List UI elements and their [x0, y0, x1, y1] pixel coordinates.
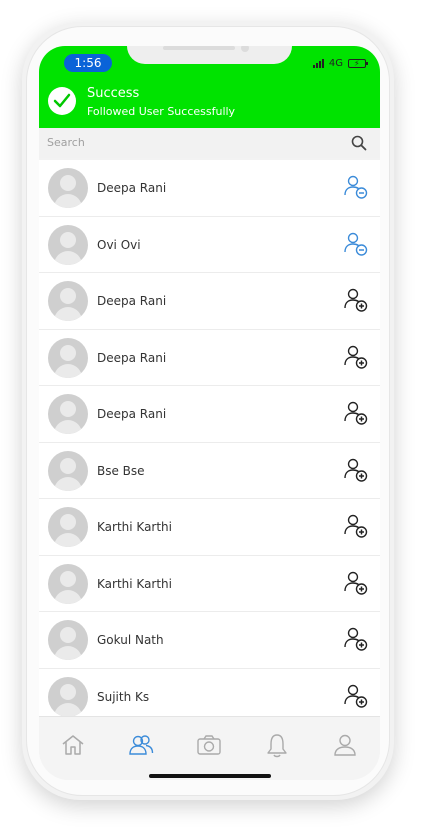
signal-icon [312, 58, 324, 68]
user-row[interactable]: Bse Bse [39, 442, 380, 499]
user-row[interactable]: Karthi Karthi [39, 555, 380, 612]
add-user-icon[interactable] [343, 513, 369, 539]
user-name: Karthi Karthi [97, 576, 172, 591]
user-row[interactable]: Deepa Rani [39, 160, 380, 217]
user-list[interactable]: Deepa Rani Ovi Ovi Deepa Rani Deepa Rani Dee… [39, 160, 380, 716]
bottom-nav [39, 716, 380, 780]
phone-notch [127, 46, 292, 64]
search-icon[interactable] [350, 134, 368, 152]
success-check-icon [48, 87, 76, 115]
user-row[interactable]: Sujith Ks [39, 668, 380, 716]
app-screen: 1:56 4G ⚡ Success Followed User Successf… [39, 46, 380, 780]
user-name: Sujith Ks [97, 689, 150, 704]
user-name: Deepa Rani [97, 407, 167, 421]
avatar [48, 620, 88, 660]
user-row[interactable]: Deepa Rani [39, 273, 380, 330]
add-user-icon[interactable] [343, 626, 369, 652]
avatar [48, 676, 88, 716]
user-name: Karthi Karthi [97, 520, 172, 534]
front-camera [241, 46, 249, 52]
avatar [48, 394, 88, 434]
user-row[interactable]: Gokul Nath [39, 612, 380, 669]
add-user-icon[interactable] [343, 400, 369, 426]
home-indicator [149, 774, 271, 778]
avatar [48, 168, 88, 208]
search-bar[interactable]: Search [39, 128, 380, 158]
user-name: Deepa Rani [97, 350, 167, 365]
user-row[interactable]: Ovi Ovi [39, 216, 380, 273]
search-placeholder: Search [47, 136, 85, 149]
profile-icon[interactable] [331, 731, 359, 759]
user-row[interactable]: Karthi Karthi [39, 499, 380, 556]
avatar [48, 507, 88, 547]
status-time: 1:56 [64, 54, 112, 72]
avatar [48, 224, 88, 265]
add-user-icon[interactable] [343, 287, 369, 313]
toast-title: Success [87, 86, 140, 101]
avatar [48, 450, 88, 491]
network-label: 4G [328, 57, 343, 69]
user-row[interactable]: Deepa Rani [39, 329, 380, 386]
user-name: Ovi Ovi [97, 237, 141, 252]
avatar [48, 563, 88, 604]
home-icon[interactable] [59, 731, 87, 759]
battery-icon: ⚡ [348, 58, 368, 68]
avatar [48, 337, 88, 378]
toast-message: Followed User Successfully [87, 105, 236, 118]
camera-icon[interactable] [195, 731, 223, 759]
user-row[interactable]: Deepa Rani [39, 386, 380, 443]
bell-icon[interactable] [263, 731, 291, 759]
speaker-grille [163, 46, 235, 50]
add-user-icon[interactable] [343, 457, 369, 483]
user-name: Deepa Rani [97, 181, 167, 195]
add-user-icon[interactable] [343, 344, 369, 370]
user-name: Bse Bse [97, 463, 145, 478]
remove-user-icon[interactable] [343, 174, 369, 200]
user-name: Gokul Nath [97, 633, 164, 647]
add-user-icon[interactable] [343, 683, 369, 709]
add-user-icon[interactable] [343, 570, 369, 596]
status-indicators: 4G ⚡ [312, 56, 368, 70]
user-name: Deepa Rani [97, 294, 167, 308]
users-icon[interactable] [127, 731, 155, 759]
remove-user-icon[interactable] [343, 231, 369, 257]
avatar [48, 281, 88, 321]
